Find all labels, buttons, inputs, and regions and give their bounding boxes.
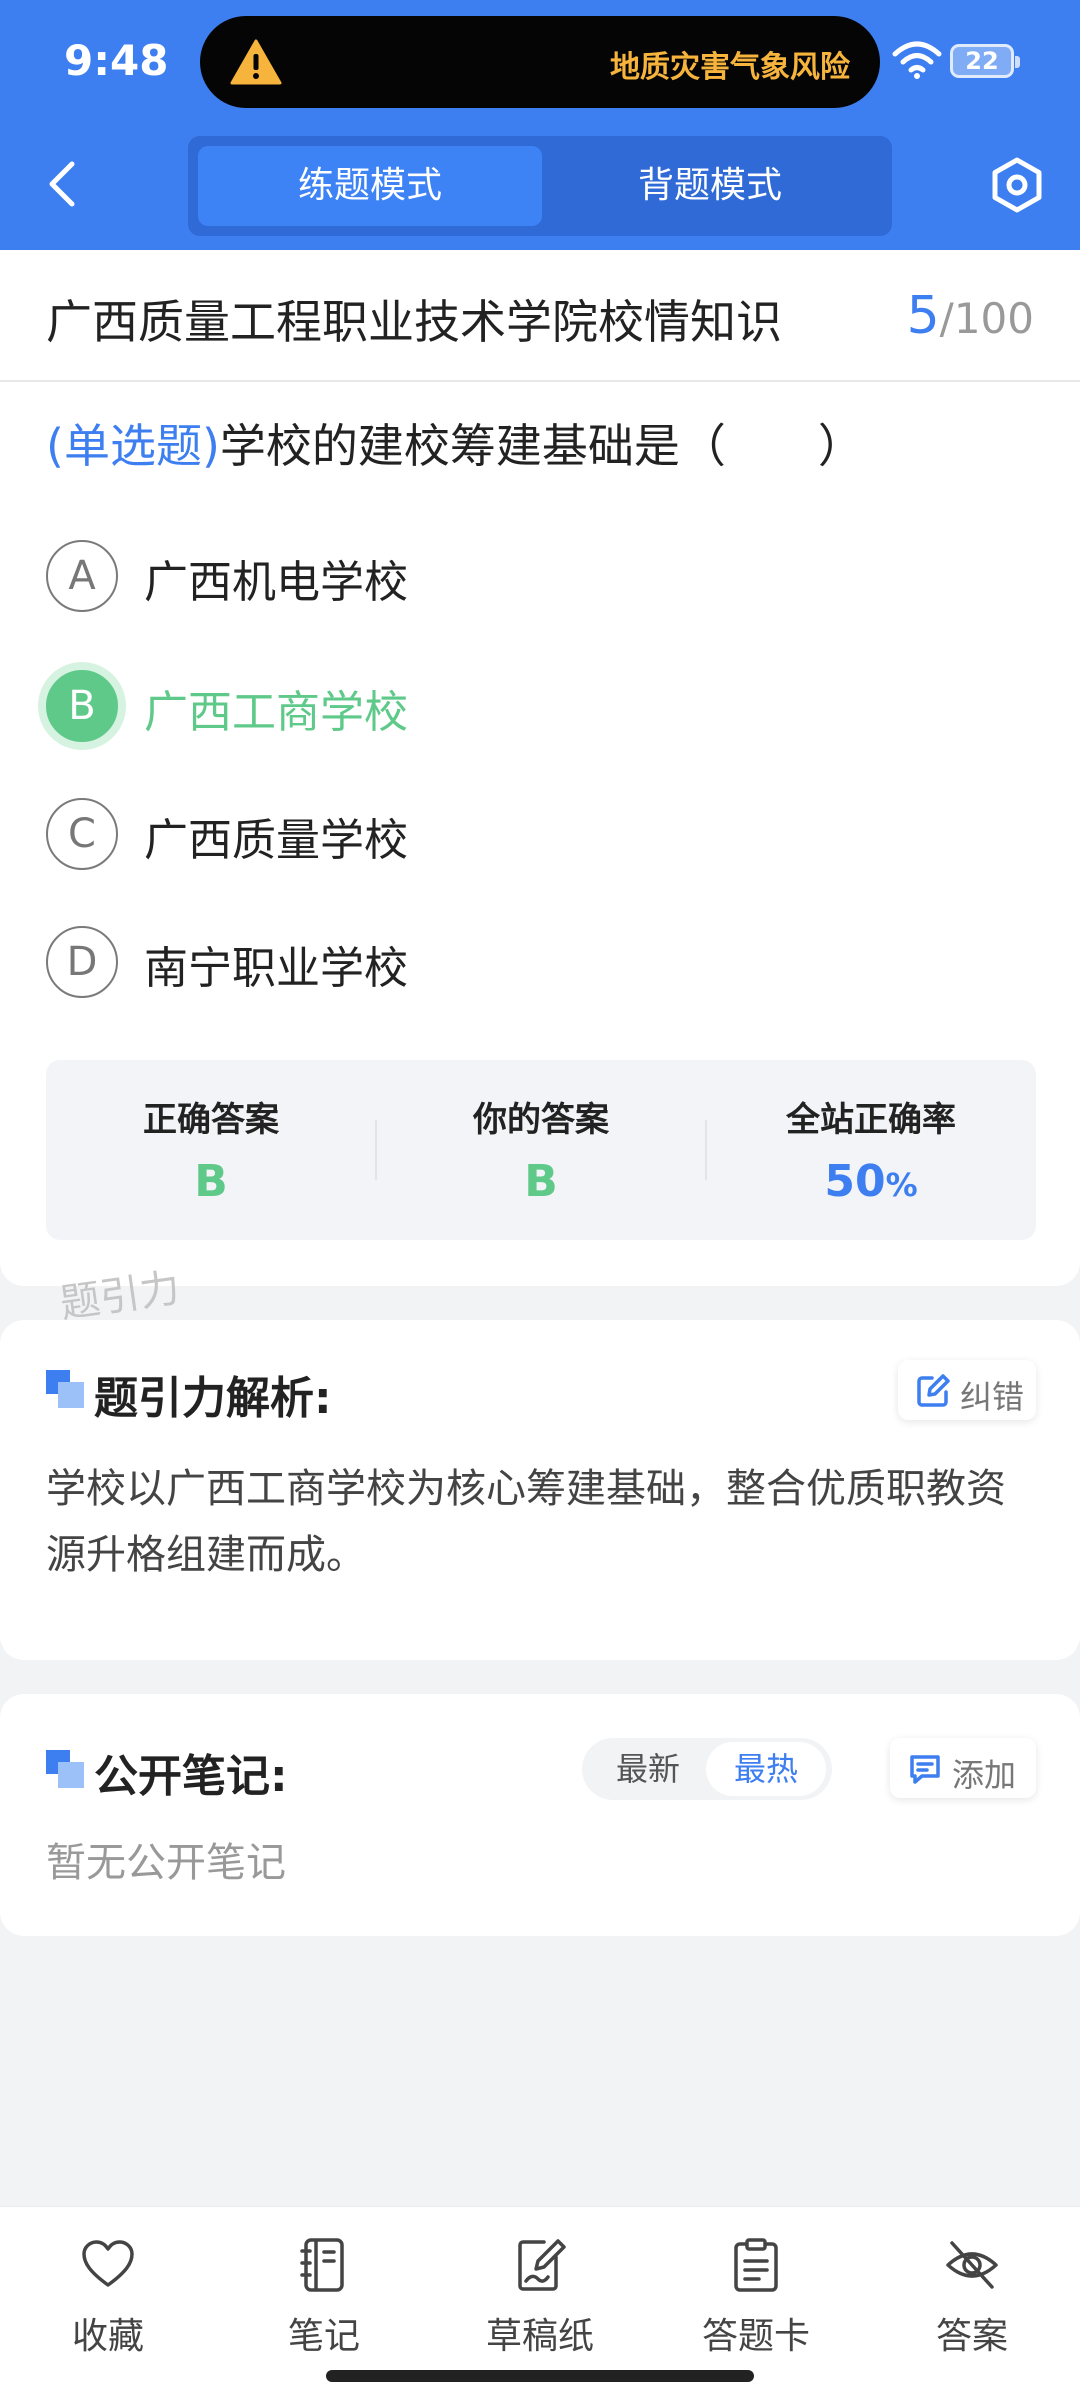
progress-total: /100 [939, 294, 1034, 343]
option-text: 广西工商学校 [144, 687, 408, 738]
option-b[interactable]: B 广西工商学校 [46, 670, 1026, 742]
answer-summary: 正确答案 B 你的答案 B 全站正确率 50% [46, 1060, 1036, 1240]
site-accuracy-value: 50% [706, 1156, 1036, 1207]
option-text: 广西机电学校 [144, 557, 408, 608]
heart-icon [82, 2240, 134, 2287]
site-accuracy: 全站正确率 50% [706, 1060, 1036, 1240]
option-d[interactable]: D 南宁职业学校 [46, 926, 1026, 998]
battery-indicator: 22 [950, 44, 1020, 78]
wifi-icon [892, 41, 942, 79]
section-marker-icon [46, 1750, 84, 1788]
correct-answer-label: 正确答案 [143, 1100, 279, 1140]
option-key: A [46, 540, 118, 612]
option-key: B [46, 670, 118, 742]
favorite-button[interactable]: 收藏 [18, 2237, 198, 2367]
option-key: C [46, 798, 118, 870]
your-answer: 你的答案 B [376, 1060, 706, 1240]
show-answer-button[interactable]: 答案 [882, 2237, 1062, 2367]
favorite-label: 收藏 [71, 2316, 144, 2357]
option-text: 广西质量学校 [144, 815, 408, 866]
your-answer-value: B [524, 1156, 558, 1207]
analysis-title: 题引力解析: [94, 1373, 332, 1424]
home-indicator[interactable] [326, 2370, 754, 2382]
report-error-label: 纠错 [960, 1378, 1025, 1416]
settings-icon[interactable] [988, 156, 1046, 214]
question-stem-text: 学校的建校筹建基础是（ ） [219, 419, 864, 473]
report-error-button[interactable]: 纠错 [898, 1360, 1036, 1420]
eye-off-icon [946, 2241, 998, 2289]
divider [0, 380, 1080, 382]
question-card: 广西质量工程职业技术学院校情知识 5/100 (单选题)学校的建校筹建基础是（ … [0, 250, 1080, 1286]
status-time: 9:48 [64, 36, 169, 85]
comment-icon [910, 1755, 940, 1784]
answer-card-label: 答题卡 [701, 2316, 810, 2357]
edit-icon [917, 1374, 950, 1407]
question-bank-title: 广西质量工程职业技术学院校情知识 [46, 295, 782, 349]
correct-answer-value: B [194, 1156, 228, 1207]
public-notes-title: 公开笔记: [94, 1751, 288, 1802]
notes-label: 笔记 [287, 2316, 360, 2357]
draft-paper-label: 草稿纸 [485, 2316, 594, 2357]
show-answer-label: 答案 [935, 2316, 1008, 2357]
progress-current: 5 [906, 286, 940, 346]
draft-icon [518, 2239, 566, 2291]
section-marker-icon [46, 1370, 84, 1408]
option-a[interactable]: A 广西机电学校 [46, 540, 1026, 612]
accuracy-number: 50 [824, 1156, 886, 1207]
empty-notes-text: 暂无公开笔记 [46, 1840, 286, 1886]
top-bar: 9:48 地质灾害气象风险 22 练题模式 背题模式 [0, 0, 1080, 250]
sort-latest[interactable]: 最新 [588, 1742, 708, 1796]
accuracy-unit: % [885, 1166, 918, 1204]
notebook-icon [300, 2238, 344, 2292]
add-note-button[interactable]: 添加 [890, 1738, 1036, 1798]
warning-icon [230, 39, 282, 85]
tab-practice-mode[interactable]: 练题模式 [198, 146, 542, 226]
your-answer-label: 你的答案 [473, 1100, 609, 1140]
sort-hottest[interactable]: 最热 [706, 1742, 826, 1796]
add-note-label: 添加 [952, 1756, 1017, 1794]
answer-card-icon [734, 2238, 778, 2292]
notes-sort-tabs: 最新 最热 [582, 1738, 832, 1800]
analysis-text: 学校以广西工商学校为核心筹建基础，整合优质职教资源升格组建而成。 [46, 1466, 1006, 1578]
dynamic-island[interactable]: 地质灾害气象风险 [200, 16, 880, 108]
answer-card-button[interactable]: 答题卡 [666, 2237, 846, 2367]
tab-memorize-mode[interactable]: 背题模式 [538, 146, 882, 226]
mode-switch: 练题模式 背题模式 [188, 136, 892, 236]
correct-answer: 正确答案 B [46, 1060, 376, 1240]
analysis-card: 题引力解析: 纠错 学校以广西工商学校为核心筹建基础，整合优质职教资源升格组建而… [0, 1320, 1080, 1660]
question-type: (单选题) [46, 419, 220, 473]
question-stem: (单选题)学校的建校筹建基础是（ ） [46, 410, 864, 476]
back-arrow-icon[interactable] [44, 158, 80, 210]
option-c[interactable]: C 广西质量学校 [46, 798, 1026, 870]
site-accuracy-label: 全站正确率 [786, 1100, 956, 1140]
option-key: D [46, 926, 118, 998]
weather-alert-text: 地质灾害气象风险 [610, 50, 850, 85]
notes-button[interactable]: 笔记 [234, 2237, 414, 2367]
battery-level: 22 [965, 47, 999, 75]
question-progress: 5/100 [907, 286, 1034, 346]
option-text: 南宁职业学校 [144, 943, 408, 994]
draft-paper-button[interactable]: 草稿纸 [450, 2237, 630, 2367]
public-notes-card: 公开笔记: 最新 最热 添加 暂无公开笔记 [0, 1694, 1080, 1936]
